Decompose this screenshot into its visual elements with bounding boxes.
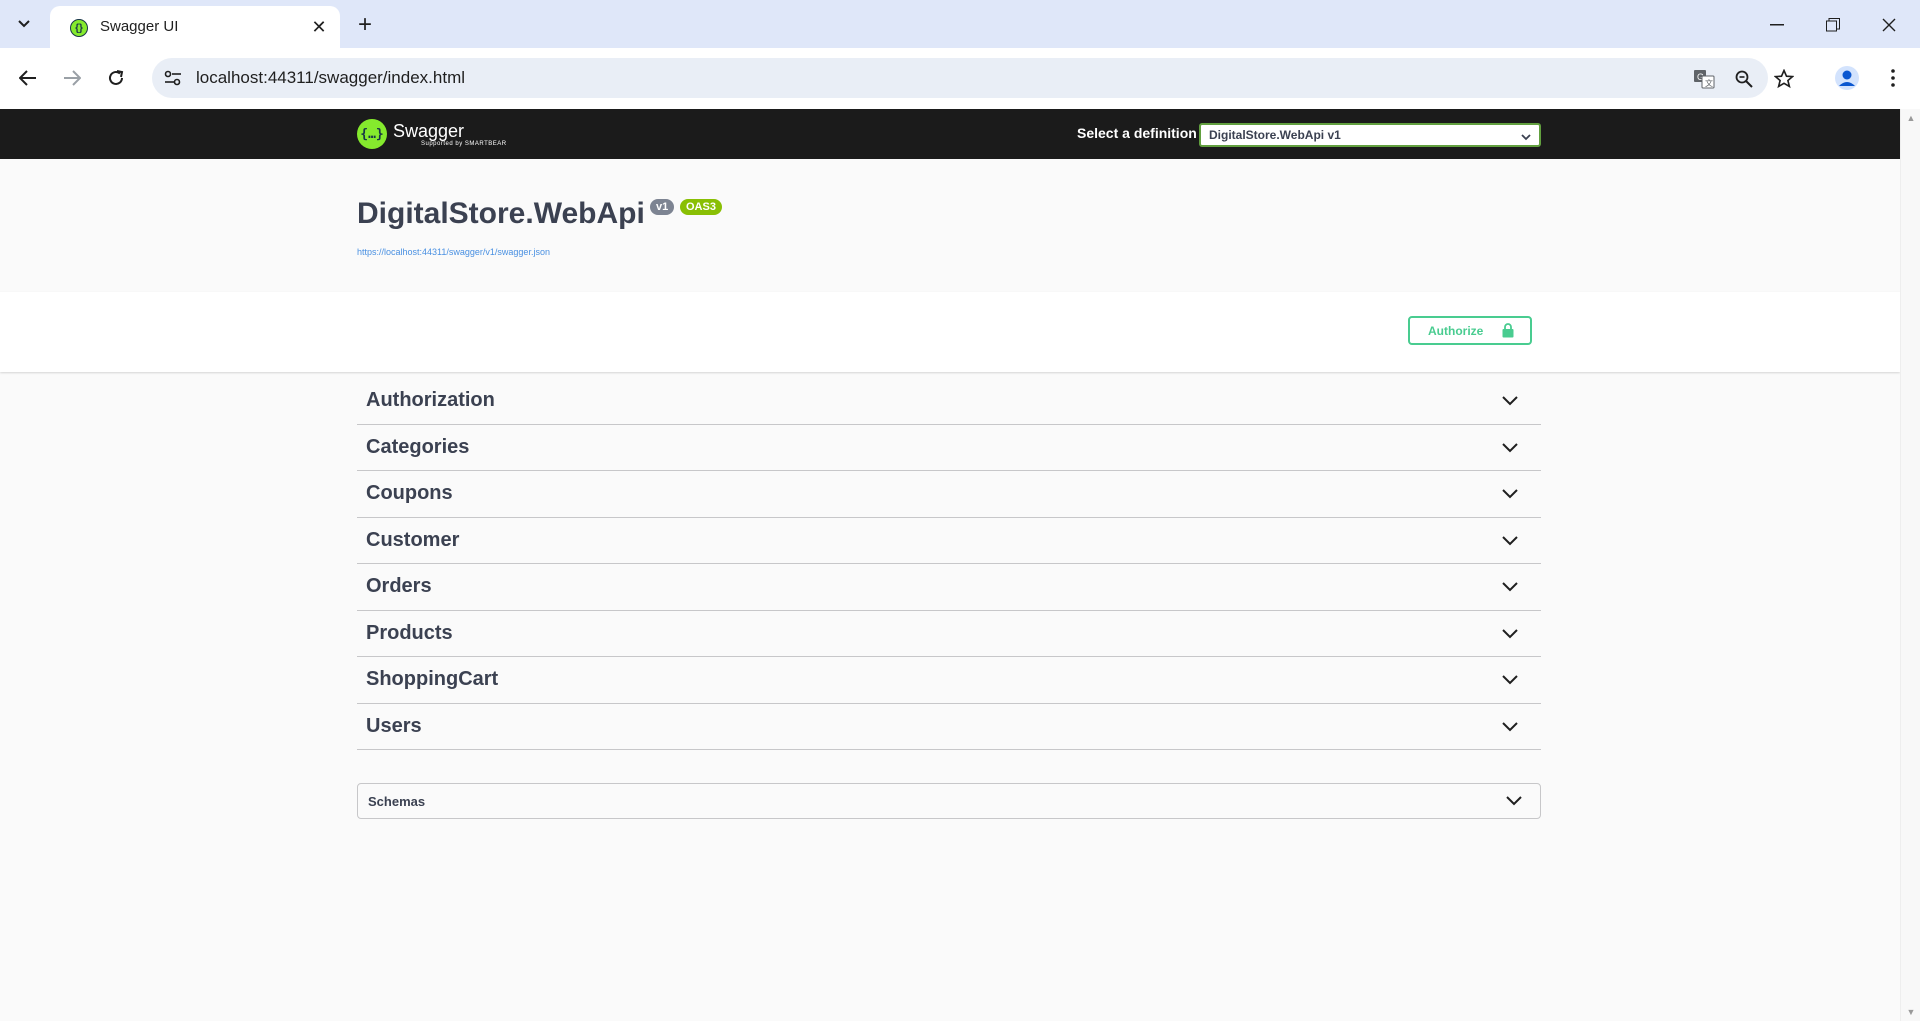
reload-icon[interactable]: [101, 63, 131, 93]
tag-customer[interactable]: Customer: [357, 518, 1541, 564]
definition-select[interactable]: DigitalStore.WebApi v1: [1199, 123, 1541, 147]
tag-orders[interactable]: Orders: [357, 564, 1541, 611]
oas-badge: OAS3: [680, 199, 722, 215]
chevron-down-icon: [1502, 719, 1518, 737]
close-tab-icon[interactable]: ✕: [308, 16, 330, 38]
api-title: DigitalStore.WebApi: [357, 197, 645, 230]
chevron-down-icon: [1502, 486, 1518, 504]
swagger-favicon-icon: {}: [70, 19, 88, 37]
tag-name: Categories: [366, 435, 470, 458]
close-window-icon[interactable]: [1874, 10, 1904, 40]
tab-search-chevron-icon[interactable]: [12, 12, 36, 36]
chevron-down-icon: [1502, 672, 1518, 690]
tag-name: Customer: [366, 528, 460, 551]
profile-avatar-icon[interactable]: [1832, 63, 1862, 93]
address-bar[interactable]: localhost:44311/swagger/index.html G文: [152, 58, 1794, 98]
restore-icon[interactable]: [1818, 10, 1848, 40]
lock-icon: [1502, 323, 1514, 341]
chevron-down-icon: [1502, 393, 1518, 411]
logo-word: Swagger: [393, 121, 465, 141]
api-info: DigitalStore.WebApi v1 OAS3 https://loca…: [0, 159, 1900, 292]
spec-url-link[interactable]: https://localhost:44311/swagger/v1/swagg…: [357, 247, 550, 257]
zoom-icon[interactable]: [1732, 67, 1756, 91]
tag-name: Orders: [366, 575, 432, 598]
chevron-down-icon: [1502, 533, 1518, 551]
tag-users[interactable]: Users: [357, 704, 1541, 750]
tag-name: Authorization: [366, 389, 495, 412]
tag-authorization[interactable]: Authorization: [357, 378, 1541, 425]
svg-text:文: 文: [1705, 78, 1713, 88]
new-tab-icon[interactable]: +: [352, 11, 378, 38]
definition-value: DigitalStore.WebApi v1: [1209, 128, 1341, 142]
bookmark-star-icon[interactable]: [1772, 67, 1796, 91]
definition-label: Select a definition: [1077, 125, 1197, 141]
chevron-down-icon: [1521, 130, 1531, 144]
scroll-down-icon[interactable]: ▼: [1906, 1007, 1916, 1017]
swagger-logo-icon: {…}: [357, 119, 387, 149]
tag-name: Products: [366, 621, 453, 644]
browser-menu-icon[interactable]: [1878, 63, 1908, 93]
minimize-icon[interactable]: [1762, 10, 1792, 40]
back-icon[interactable]: [13, 63, 43, 93]
scroll-up-icon[interactable]: ▲: [1906, 113, 1916, 123]
logo-sub: Supported by SMARTBEAR: [421, 141, 507, 147]
page-viewport: {…} Swagger Supported by SMARTBEAR Selec…: [0, 109, 1900, 1021]
authorize-button[interactable]: Authorize: [1408, 316, 1532, 345]
browser-tab[interactable]: {} Swagger UI ✕: [50, 6, 340, 48]
tag-coupons[interactable]: Coupons: [357, 471, 1541, 518]
page-scrollbar[interactable]: ▲ ▼: [1900, 109, 1920, 1021]
tag-shoppingcart[interactable]: ShoppingCart: [357, 657, 1541, 704]
browser-tabstrip: {} Swagger UI ✕ +: [0, 0, 1920, 48]
browser-toolbar: localhost:44311/swagger/index.html G文: [0, 48, 1920, 109]
scheme-container: Authorize: [0, 292, 1900, 372]
schemas-section[interactable]: Schemas: [357, 783, 1541, 819]
chevron-down-icon: [1506, 793, 1522, 811]
tab-title: Swagger UI: [100, 18, 179, 35]
forward-icon[interactable]: [57, 63, 87, 93]
operation-tags: Authorization Categories Coupons Custome…: [357, 378, 1541, 750]
tag-name: ShoppingCart: [366, 668, 499, 691]
schemas-label: Schemas: [368, 794, 426, 809]
version-badge: v1: [650, 199, 675, 215]
chevron-down-icon: [1502, 579, 1518, 597]
tag-products[interactable]: Products: [357, 611, 1541, 657]
tag-categories[interactable]: Categories: [357, 425, 1541, 471]
tag-name: Coupons: [366, 482, 453, 505]
chevron-down-icon: [1502, 440, 1518, 458]
chevron-down-icon: [1502, 626, 1518, 644]
authorize-label: Authorize: [1428, 323, 1484, 338]
tag-name: Users: [366, 714, 422, 737]
url-text[interactable]: localhost:44311/swagger/index.html: [196, 68, 465, 88]
translate-icon[interactable]: G文: [1692, 67, 1716, 91]
site-settings-icon[interactable]: [162, 67, 184, 89]
swagger-logo[interactable]: {…} Swagger Supported by SMARTBEAR: [357, 116, 507, 152]
swagger-topbar: {…} Swagger Supported by SMARTBEAR Selec…: [0, 109, 1900, 159]
